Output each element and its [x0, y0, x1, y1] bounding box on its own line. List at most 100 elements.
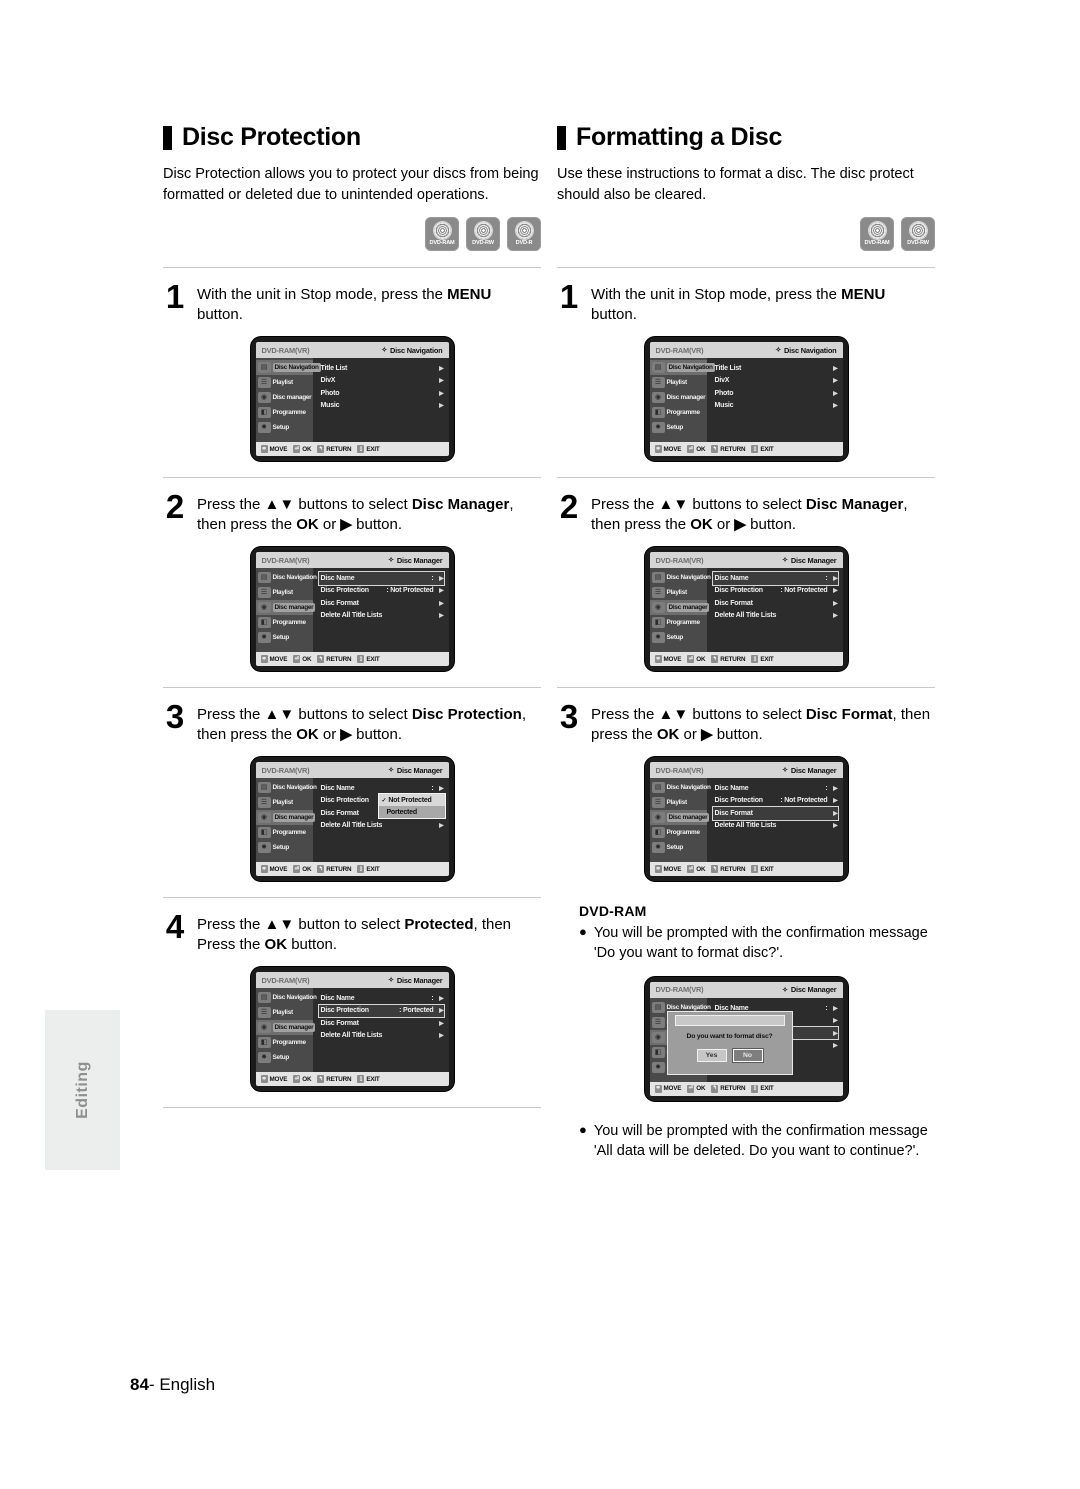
osd-menu-row-disc-name[interactable]: Disc Name : ▶ [711, 571, 839, 586]
osd-key-ok: ⏎ OK [293, 1075, 312, 1084]
osd-sidebar-item-setup[interactable]: ✸ Setup [256, 840, 313, 855]
osd-menu-row[interactable]: Photo ▶ [319, 387, 444, 400]
osd-menu-row-disc-format[interactable]: Disc Format ▶ [319, 1017, 444, 1030]
chevron-right-icon: ▶ [439, 785, 444, 792]
osd-sidebar-item-playlist[interactable]: ☰ Playlist [256, 585, 313, 600]
osd-menu-row-disc-protection[interactable]: Disc Protection : Not Protected ▶ [713, 585, 838, 598]
osd-menu-row-disc-format[interactable]: Disc Format ▶ [711, 806, 839, 821]
osd-menu-row[interactable]: Title List ▶ [713, 362, 838, 375]
osd-sidebar-item-setup[interactable]: ✸ Setup [650, 840, 707, 855]
dropdown-option-not-protected[interactable]: ✓ Not Protected [378, 794, 445, 807]
chevron-right-icon: ▶ [833, 378, 838, 385]
osd-sidebar-item-setup[interactable]: ✸ Setup [650, 420, 707, 435]
playlist-icon: ☰ [651, 797, 665, 809]
osd-menu-row-delete-all-title-lists[interactable]: Delete All Title Lists ▶ [713, 610, 838, 623]
osd-sidebar-item-disc-manager[interactable]: ◉ Disc manager [650, 390, 707, 405]
disc-glyph-icon [868, 222, 886, 240]
osd-sidebar-item-programme[interactable]: ◧ Programme [650, 825, 707, 840]
osd-sidebar-item-programme[interactable]: ◧ Programme [256, 825, 313, 840]
osd-sidebar-item-programme[interactable]: ◧ Programme [256, 405, 313, 420]
osd-sidebar-item-setup[interactable]: ✸ Setup [256, 630, 313, 645]
programme-icon: ◧ [651, 617, 665, 629]
osd-sidebar-item-disc-manager[interactable]: ◉ Disc manager [255, 600, 316, 616]
chevron-right-icon: ▶ [833, 798, 838, 805]
osd-sidebar-item-playlist[interactable]: ☰ Playlist [650, 585, 707, 600]
osd-menu-row[interactable]: DivX ▶ [713, 375, 838, 388]
left-step-3: 3 Press the ▲▼ buttons to select Disc Pr… [163, 700, 541, 744]
osd-sidebar-item-disc-manager[interactable]: ◉ Disc manager [255, 1020, 316, 1036]
format-confirm-dialog: Do you want to format disc? Yes No [667, 1011, 792, 1074]
right-column: Formatting a Disc Use these instructions… [557, 125, 935, 1161]
osd-sidebar-item-playlist[interactable]: ☰ Playlist [650, 795, 707, 810]
osd-menu-row-disc-protection[interactable]: Disc Protection : Not Protected ▶ [713, 795, 838, 808]
osd-menu-row-disc-name[interactable]: Disc Name : ▶ [319, 992, 444, 1005]
osd-sidebar-item-playlist[interactable]: ☰ Playlist [256, 375, 313, 390]
osd-sidebar-item-disc-navigation[interactable]: ▤ Disc Navigation [256, 990, 317, 1005]
osd-sidebar-item-disc-navigation[interactable]: ▤ Disc Navigation [649, 360, 715, 376]
note-bullet-1: ● You will be prompted with the confirma… [579, 923, 935, 964]
osd-sidebar-item-playlist[interactable]: ☰ Playlist [256, 1005, 313, 1020]
chevron-right-icon: ▶ [833, 1043, 838, 1049]
osd-menu-row-disc-name[interactable]: Disc Name : ▶ [319, 782, 444, 795]
programme-icon: ◧ [257, 407, 271, 419]
osd-menu-row[interactable]: Music ▶ [319, 400, 444, 413]
osd-sidebar-item-programme[interactable]: ◧ Programme [256, 615, 313, 630]
bullet-dot-icon: ● [579, 924, 587, 940]
osd-sidebar-item-programme[interactable]: ◧ Programme [650, 615, 707, 630]
dialog-no-button[interactable]: No [733, 1049, 762, 1061]
osd-sidebar-item-playlist[interactable]: ☰ Playlist [650, 375, 707, 390]
osd-sidebar-item-programme[interactable]: ◧ Programme [256, 1035, 313, 1050]
osd-menu-row[interactable]: Music ▶ [713, 400, 838, 413]
playlist-icon: ☰ [257, 797, 271, 809]
osd-menu-row[interactable]: Photo ▶ [713, 387, 838, 400]
osd-menu-row-delete-all-title-lists[interactable]: Delete All Title Lists ▶ [319, 610, 444, 623]
ok-key-icon: ⏎ [293, 865, 301, 874]
dialog-yes-button[interactable]: Yes [697, 1049, 726, 1061]
osd-key-move: ≑ MOVE [654, 1084, 682, 1093]
osd-sidebar-item-disc-navigation[interactable]: ▤ Disc Navigation [650, 780, 711, 795]
osd-sidebar-item-disc-manager[interactable]: ◉ Disc manager [256, 390, 313, 405]
return-key-icon: ↰ [317, 1075, 325, 1084]
osd-menu-row-disc-protection[interactable]: Disc Protection : Not Protected ▶ [319, 585, 444, 598]
osd-sidebar: ▤ Disc Navigation ☰ Playlist ◉ Disc mana… [649, 358, 715, 443]
osd-menu-row[interactable]: Title List ▶ [319, 362, 444, 375]
move-key-icon: ≑ [654, 655, 662, 664]
film-strip-icon: ▤ [651, 572, 665, 584]
osd-footer-keys: ≑ MOVE ⏎ OK ↰ RETURN ▯ EXIT [649, 862, 843, 877]
osd-sidebar-item-disc-navigation[interactable]: ▤ Disc Navigation [256, 570, 317, 585]
osd-key-ok: ⏎ OK [687, 1084, 706, 1093]
osd-menu-row-disc-format[interactable]: Disc Format ▶ [713, 597, 838, 610]
osd-sidebar-item-disc-navigation[interactable]: ▤ Disc Navigation [255, 360, 321, 376]
osd-sidebar-item-disc-manager[interactable]: ◉ Disc manager [255, 810, 316, 826]
dropdown-option-protected[interactable]: Portected [379, 806, 445, 818]
right-step-3: 3 Press the ▲▼ buttons to select Disc Fo… [557, 700, 935, 744]
return-key-icon: ↰ [711, 865, 719, 874]
osd-sidebar-item-setup[interactable]: ✸ Setup [256, 420, 313, 435]
osd-sidebar-item-programme[interactable]: ◧ Programme [650, 405, 707, 420]
osd-sidebar-item-disc-navigation[interactable]: ▤ Disc Navigation [650, 570, 711, 585]
osd-sidebar-item-disc-manager[interactable]: ◉ Disc manager [649, 810, 710, 826]
osd-menu-row[interactable]: DivX ▶ [319, 375, 444, 388]
osd-sidebar-item-playlist[interactable]: ☰ Playlist [256, 795, 313, 810]
osd-sidebar-item-disc-navigation[interactable]: ▤ Disc Navigation [256, 780, 317, 795]
exit-key-icon: ▯ [751, 1084, 759, 1093]
osd-screen-disc-navigation-right: DVD-RAM(VR) ✧ Disc Navigation ▤ Disc Navi… [644, 337, 848, 462]
osd-sidebar-item-setup[interactable]: ✸ Setup [650, 630, 707, 645]
osd-screen-disc-navigation: DVD-RAM(VR) ✧ Disc Navigation ▤ Disc Navi… [250, 337, 454, 462]
osd-sidebar-item-disc-manager[interactable]: ◉ Disc manager [649, 600, 710, 616]
osd-key-return: ↰ RETURN [317, 865, 352, 874]
osd-menu-row-disc-name[interactable]: Disc Name : ▶ [713, 782, 838, 795]
osd-sidebar-item-setup[interactable]: ✸ Setup [256, 1050, 313, 1065]
osd-menu-row-delete-all-title-lists[interactable]: Delete All Title Lists ▶ [319, 820, 444, 833]
exit-key-icon: ▯ [751, 655, 759, 664]
osd-menu-row-disc-name[interactable]: Disc Name : ▶ [317, 571, 445, 586]
disc-icon: ◉ [651, 812, 665, 824]
return-key-icon: ↰ [711, 1084, 719, 1093]
osd-menu-row-disc-protection[interactable]: Disc Protection : Portected ▶ [317, 1003, 445, 1019]
osd-menu-row-delete-all-title-lists[interactable]: Delete All Title Lists ▶ [713, 820, 838, 833]
chevron-right-icon: ▶ [439, 613, 444, 620]
move-key-icon: ≑ [654, 445, 662, 454]
disc-protection-dropdown[interactable]: ✓ Not Protected Portected [378, 794, 445, 819]
osd-menu-row-disc-format[interactable]: Disc Format ▶ [319, 597, 444, 610]
osd-menu-row-delete-all-title-lists[interactable]: Delete All Title Lists ▶ [319, 1030, 444, 1043]
